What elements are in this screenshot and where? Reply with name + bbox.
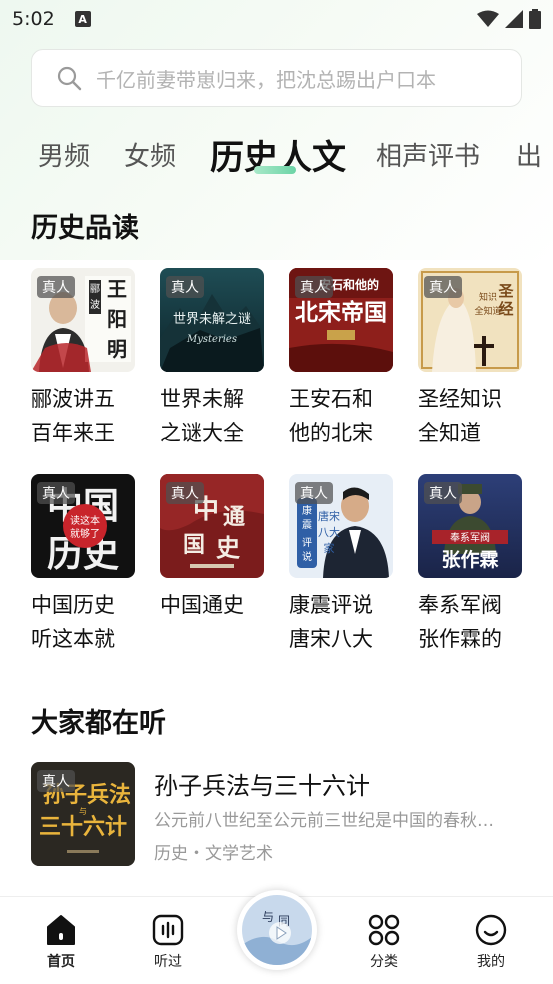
- svg-text:史: 史: [216, 533, 241, 562]
- nav-category[interactable]: 分类: [344, 897, 424, 984]
- popular-list-item[interactable]: 孙子兵法 与 三十六计 真人 孙子兵法与三十六计 公元前八世纪至公元前三世纪是中…: [31, 762, 531, 868]
- svg-text:圣: 圣: [497, 282, 514, 300]
- book-title: 王安石和他的北宋: [289, 387, 373, 445]
- real-person-badge: 真人: [166, 276, 204, 298]
- svg-text:唐宋: 唐宋: [318, 509, 340, 523]
- svg-text:通: 通: [223, 504, 245, 530]
- svg-text:全知道: 全知道: [474, 305, 501, 317]
- svg-text:郦: 郦: [90, 283, 100, 295]
- book-cover: 圣 经 知识 全知道 真人: [418, 268, 522, 372]
- book-card[interactable]: 郦 波 王 阳 明 真人 郦波讲五百年来王: [31, 268, 135, 450]
- wifi-icon: [477, 10, 499, 27]
- book-card[interactable]: 中国 历史 读这本 就够了 真人 中国历史听这本就: [31, 474, 135, 656]
- svg-text:波: 波: [90, 298, 100, 311]
- svg-text:家: 家: [324, 541, 335, 555]
- svg-text:王: 王: [107, 277, 127, 301]
- svg-text:张作霖: 张作霖: [441, 548, 498, 571]
- search-icon: [57, 66, 82, 91]
- notification-icon: A: [74, 11, 91, 27]
- audio-wave-icon: [152, 914, 184, 946]
- svg-text:明: 明: [107, 337, 127, 361]
- real-person-badge: 真人: [295, 482, 333, 504]
- nav-history[interactable]: 听过: [128, 897, 208, 984]
- book-card[interactable]: 中 通 国 史 真人 中国通史: [160, 474, 264, 656]
- book-cover: 世界未解之谜 Mysteries 真人: [160, 268, 264, 372]
- book-card[interactable]: 圣 经 知识 全知道 真人 圣经知识全知道: [418, 268, 522, 450]
- tab-more[interactable]: 出: [516, 136, 542, 173]
- svg-text:评: 评: [302, 537, 312, 549]
- popular-item-tags: 历史・文学艺术: [154, 844, 273, 864]
- tab-female[interactable]: 女频: [124, 136, 176, 173]
- profile-smile-icon: [475, 914, 507, 946]
- book-title: 圣经知识全知道: [418, 387, 502, 445]
- nav-home-label: 首页: [47, 954, 75, 970]
- book-cover: 奉系军阀 张作霖 真人: [418, 474, 522, 578]
- svg-text:读这本: 读这本: [70, 514, 100, 527]
- svg-text:震: 震: [302, 519, 312, 531]
- book-title: 奉系军阀张作霖的: [418, 593, 502, 651]
- battery-icon: [529, 9, 541, 29]
- svg-text:北宋帝国: 北宋帝国: [295, 299, 387, 326]
- svg-text:阳: 阳: [107, 307, 127, 331]
- mini-player-button[interactable]: 与 同: [237, 890, 317, 970]
- search-placeholder: 千亿前妻带崽归来，把沈总踢出户口本: [96, 67, 436, 92]
- svg-text:国: 国: [183, 532, 205, 558]
- nav-category-label: 分类: [370, 954, 398, 970]
- real-person-badge: 真人: [37, 482, 75, 504]
- section-title-history: 历史品读: [31, 213, 139, 244]
- section-title-popular: 大家都在听: [31, 708, 166, 739]
- tab-crosstalk[interactable]: 相声评书: [376, 136, 480, 173]
- popular-item-title: 孙子兵法与三十六计: [154, 772, 370, 800]
- status-time: 5:02: [12, 8, 55, 30]
- real-person-badge: 真人: [166, 482, 204, 504]
- book-title: 世界未解之谜大全: [160, 387, 244, 445]
- tab-male[interactable]: 男频: [38, 136, 90, 173]
- now-playing-cover: 与 同: [242, 895, 312, 965]
- book-cover: 安石和他的 北宋帝国 真人: [289, 268, 393, 372]
- svg-text:Mysteries: Mysteries: [186, 334, 237, 345]
- search-bar[interactable]: 千亿前妻带崽归来，把沈总踢出户口本: [31, 49, 522, 107]
- book-cover: 郦 波 王 阳 明 真人: [31, 268, 135, 372]
- nav-profile[interactable]: 我的: [451, 897, 531, 984]
- status-bar: 5:02 A: [0, 0, 553, 38]
- nav-history-label: 听过: [154, 954, 182, 970]
- book-cover: 中国 历史 读这本 就够了 真人: [31, 474, 135, 578]
- book-title: 康震评说唐宋八大: [289, 593, 373, 651]
- nav-profile-label: 我的: [477, 954, 505, 970]
- book-title: 中国通史: [160, 593, 244, 617]
- book-title: 郦波讲五百年来王: [31, 387, 115, 445]
- svg-text:与: 与: [262, 910, 274, 924]
- category-grid-icon: [368, 914, 400, 946]
- nav-home[interactable]: 首页: [21, 897, 101, 984]
- book-cover: 孙子兵法 与 三十六计 真人: [31, 762, 135, 866]
- book-cover: 康 震 评 说 唐宋 八大 家 真人: [289, 474, 393, 578]
- book-card[interactable]: 世界未解之谜 Mysteries 真人 世界未解之谜大全: [160, 268, 264, 450]
- real-person-badge: 真人: [37, 276, 75, 298]
- book-card[interactable]: 康 震 评 说 唐宋 八大 家 真人 康震评说唐宋八大: [289, 474, 393, 656]
- book-title: 中国历史听这本就: [31, 593, 115, 651]
- svg-text:世界未解之谜: 世界未解之谜: [173, 312, 251, 327]
- real-person-badge: 真人: [424, 276, 462, 298]
- svg-text:三十六计: 三十六计: [39, 814, 127, 840]
- svg-text:奉系军阀: 奉系军阀: [450, 531, 490, 544]
- svg-text:知识: 知识: [479, 291, 497, 303]
- svg-text:康: 康: [302, 504, 312, 517]
- active-tab-indicator: [254, 166, 296, 174]
- home-icon: [47, 915, 75, 945]
- svg-text:说: 说: [302, 550, 312, 563]
- real-person-badge: 真人: [424, 482, 462, 504]
- real-person-badge: 真人: [295, 276, 333, 298]
- real-person-badge: 真人: [37, 770, 75, 792]
- book-card[interactable]: 奉系军阀 张作霖 真人 奉系军阀张作霖的: [418, 474, 522, 656]
- book-cover: 中 通 国 史 真人: [160, 474, 264, 578]
- signal-icon: [505, 10, 523, 28]
- svg-text:就够了: 就够了: [70, 527, 100, 540]
- book-card[interactable]: 安石和他的 北宋帝国 真人 王安石和他的北宋: [289, 268, 393, 450]
- status-icons: [477, 9, 541, 29]
- popular-item-description: 公元前八世纪至公元前三世纪是中国的春秋…: [154, 811, 494, 831]
- svg-text:八大: 八大: [318, 525, 340, 539]
